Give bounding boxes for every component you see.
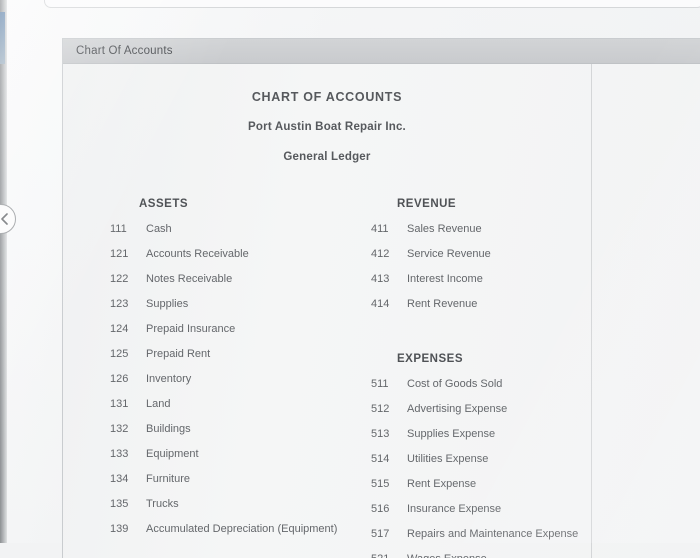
document-ledger-label: General Ledger [283, 151, 371, 163]
account-number: 139 [110, 523, 129, 535]
revenue-expenses-column: REVENUE 411 Sales Revenue 412 Service Reven… [371, 198, 671, 558]
account-name: Buildings [146, 423, 191, 435]
account-row: 132 Buildings [110, 423, 370, 448]
account-number: 124 [110, 323, 129, 335]
chevron-left-icon [0, 213, 8, 225]
bezel-accent-stripe [0, 12, 5, 64]
chart-of-accounts-panel: Chart Of Accounts CHART OF ACCOUNTS Port… [62, 38, 700, 558]
account-number: 123 [110, 298, 129, 310]
account-name: Interest Income [407, 273, 483, 285]
account-name: Service Revenue [407, 248, 491, 260]
account-number: 517 [371, 528, 390, 540]
account-number: 133 [110, 448, 129, 460]
section-heading-expenses: EXPENSES [397, 353, 463, 365]
account-number: 414 [371, 298, 390, 310]
account-row: 513 Supplies Expense [371, 428, 671, 453]
account-row: 131 Land [110, 398, 370, 423]
account-name: Trucks [146, 498, 179, 510]
account-name: Cash [146, 223, 172, 235]
account-name: Notes Receivable [146, 273, 233, 285]
account-number: 516 [371, 503, 390, 515]
revenue-account-list: 411 Sales Revenue 412 Service Revenue 413 Int… [371, 223, 671, 323]
account-number: 412 [371, 248, 390, 260]
expenses-account-list: 511 Cost of Goods Sold 512 Advertising Expe… [371, 378, 671, 558]
account-name: Prepaid Rent [146, 348, 211, 360]
account-row: 122 Notes Receivable [110, 273, 370, 298]
account-number: 121 [110, 248, 129, 260]
account-row: 511 Cost of Goods Sold [371, 378, 671, 403]
account-row: 126 Inventory [110, 373, 370, 398]
account-name: Supplies [146, 298, 189, 310]
account-name: Repairs and Maintenance Expense [407, 528, 579, 540]
account-number: 511 [371, 378, 389, 390]
document-page: CHART OF ACCOUNTS Port Austin Boat Repai… [63, 64, 700, 558]
account-number: 125 [110, 348, 129, 360]
account-row: 123 Supplies [110, 298, 370, 323]
account-row: 414 Rent Revenue [371, 298, 671, 323]
account-row: 111 Cash [110, 223, 370, 248]
account-number: 514 [371, 453, 390, 465]
account-number: 521 [371, 553, 398, 558]
panel-title: Chart Of Accounts [76, 45, 173, 57]
account-name: Insurance Expense [407, 503, 502, 515]
account-row: 139 Accumulated Depreciation (Equipment) [110, 523, 370, 548]
account-number: 131 [110, 398, 129, 410]
account-name: Utilities Expense [407, 453, 489, 465]
section-heading-assets: ASSETS [139, 198, 189, 210]
account-number: 513 [371, 428, 390, 440]
account-name: Accumulated Depreciation (Equipment) [146, 523, 338, 535]
account-name: Equipment [146, 448, 199, 460]
account-row: 413 Interest Income [371, 273, 671, 298]
account-number: 413 [371, 273, 390, 285]
account-name: Wages Expense [407, 553, 487, 558]
assets-account-list: 111 Cash 121 Accounts Receivable 122 Notes Re… [110, 223, 370, 548]
top-partial-card [44, 0, 700, 8]
account-name: Supplies Expense [407, 428, 496, 440]
document-title: CHART OF ACCOUNTS [251, 90, 403, 104]
account-name: Rent Revenue [407, 298, 478, 310]
account-number: 126 [110, 373, 129, 385]
account-row: 125 Prepaid Rent [110, 348, 370, 373]
account-row: 514 Utilities Expense [371, 453, 671, 478]
account-row: 516 Insurance Expense [371, 503, 671, 528]
account-number: 135 [110, 498, 129, 510]
account-row: 135 Trucks [110, 498, 370, 523]
document-company-name: Port Austin Boat Repair Inc. [248, 121, 406, 133]
account-row: 121 Accounts Receivable [110, 248, 370, 273]
panel-titlebar: Chart Of Accounts [63, 39, 700, 64]
account-number: 515 [371, 478, 390, 490]
account-number: 134 [110, 473, 129, 485]
account-row: 133 Equipment [110, 448, 370, 473]
device-left-bezel [0, 0, 7, 543]
account-name: Advertising Expense [407, 403, 508, 415]
assets-column: ASSETS 111 Cash 121 Accounts Receivable 122 N… [110, 198, 370, 548]
account-number: 512 [371, 403, 390, 415]
account-row: 517 Repairs and Maintenance Expense [371, 528, 671, 553]
account-row: 134 Furniture [110, 473, 370, 498]
account-name: Furniture [146, 473, 191, 485]
account-name: Rent Expense [407, 478, 477, 490]
account-name: Cost of Goods Sold [407, 378, 503, 390]
account-name: Prepaid Insurance [146, 323, 236, 335]
account-row: 124 Prepaid Insurance [110, 323, 370, 348]
account-row: 411 Sales Revenue [371, 223, 671, 248]
back-button[interactable] [0, 204, 16, 234]
account-name: Accounts Receivable [146, 248, 249, 260]
account-name: Sales Revenue [407, 223, 482, 235]
section-heading-revenue: REVENUE [397, 198, 457, 210]
account-number: 111 [110, 223, 127, 235]
account-number: 411 [371, 223, 389, 235]
account-row: 515 Rent Expense [371, 478, 671, 503]
account-number: 122 [110, 273, 129, 285]
account-row: 521 Wages Expense [371, 553, 671, 558]
account-name: Inventory [146, 373, 192, 385]
account-name: Land [146, 398, 171, 410]
account-row: 412 Service Revenue [371, 248, 671, 273]
account-number: 132 [110, 423, 129, 435]
photographed-screen: Chart Of Accounts CHART OF ACCOUNTS Port… [0, 0, 700, 558]
account-row: 512 Advertising Expense [371, 403, 671, 428]
